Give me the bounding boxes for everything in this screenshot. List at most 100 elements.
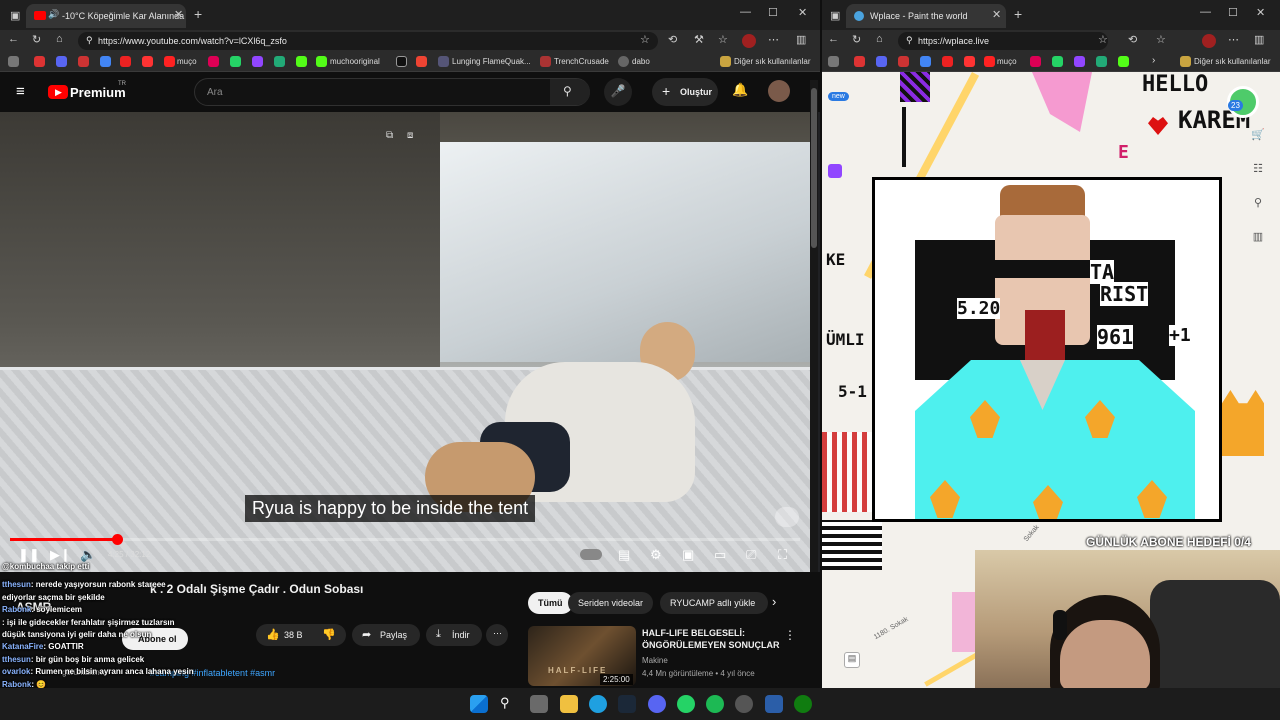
url-field[interactable]: ⚲ https://www.youtube.com/watch?v=lCXl6q… (78, 32, 658, 50)
bookmark-lunging[interactable]: Lunging FlameQuak... (452, 57, 531, 66)
back-icon[interactable]: ← (828, 33, 839, 45)
whatsapp-icon[interactable] (230, 56, 241, 67)
other-bookmarks[interactable]: Diğer sık kullanılanlar (734, 57, 810, 66)
more-actions-icon[interactable]: ⋯ (486, 624, 508, 646)
spotify-icon[interactable] (706, 695, 724, 713)
bookmark-folder-icon[interactable] (8, 56, 19, 67)
chip-all[interactable]: Tümü (528, 592, 573, 614)
youtube-bookmark-icon[interactable] (142, 56, 153, 67)
new-badge[interactable]: new (828, 92, 849, 101)
progress-bar[interactable] (10, 534, 800, 545)
favorites-icon[interactable]: ☆ (1156, 33, 1166, 46)
windows-start-icon[interactable] (470, 695, 488, 713)
avatar[interactable] (768, 80, 790, 102)
app-taskbar-icon[interactable] (765, 695, 783, 713)
site-info-icon[interactable]: ⚲ (86, 35, 93, 46)
recommended-menu-icon[interactable]: ⋮ (784, 628, 796, 642)
like-icon[interactable]: 👍 (266, 628, 280, 641)
like-count[interactable]: 38 B (284, 630, 303, 640)
back-icon[interactable]: ← (8, 33, 19, 45)
hamburger-menu-icon[interactable]: ≡ (16, 83, 25, 100)
notifications-bell-icon[interactable]: 🔔 (732, 82, 748, 98)
gmail-icon[interactable] (78, 56, 89, 67)
close-tab-icon[interactable]: ✕ (992, 8, 1001, 21)
folder-icon[interactable] (1180, 56, 1191, 67)
tab-wplace[interactable]: Wplace - Paint the world (846, 4, 1006, 28)
url-field-right[interactable]: ⚲ https://wplace.live (898, 32, 1108, 50)
favorites-icon[interactable]: ☆ (718, 33, 728, 46)
instagram-icon[interactable] (208, 56, 219, 67)
home-icon[interactable]: ⌂ (56, 33, 63, 45)
kick-icon[interactable] (274, 56, 285, 67)
recommended-title-line2[interactable]: ÖNGÖRÜLEMEYEN SONUÇLAR (642, 640, 780, 650)
pause-icon[interactable]: ❚❚ (18, 547, 40, 563)
subtitles-icon[interactable]: ▤ (618, 547, 630, 563)
extensions-icon[interactable]: ⟲ (668, 33, 677, 46)
favorite-star-icon[interactable]: ☆ (1098, 33, 1108, 46)
bookmark-dabo[interactable]: dabo (632, 57, 650, 66)
chip-series[interactable]: Seriden videolar (568, 592, 654, 614)
youtube-bookmark-icon[interactable] (942, 56, 953, 67)
discord-icon[interactable] (876, 56, 887, 67)
bookmark-muco-right[interactable]: muço (997, 57, 1017, 66)
kick-icon[interactable] (296, 56, 307, 67)
sidebar-toggle-icon[interactable]: ▥ (1254, 33, 1264, 46)
discord-taskbar-icon[interactable] (648, 695, 666, 713)
miniplayer-button-icon[interactable]: ▣ (682, 547, 694, 563)
bookmark-muco[interactable]: muço (177, 57, 197, 66)
fullscreen-icon[interactable]: ⛶ (778, 547, 787, 563)
search-input[interactable]: Ara (207, 87, 223, 98)
search-box[interactable]: Ara ⚲ (194, 78, 590, 106)
stats-icon[interactable]: ▥ (1250, 230, 1266, 246)
bookmark-icon[interactable] (854, 56, 865, 67)
steam-icon[interactable] (618, 695, 636, 713)
more-bookmarks-icon[interactable]: › (1152, 55, 1155, 66)
tab-actions-icon[interactable]: ▣ (830, 9, 840, 22)
tab-actions-icon[interactable]: ▣ (10, 9, 20, 22)
download-button[interactable]: ⤓ İndir (426, 624, 482, 646)
chips-next-icon[interactable]: › (772, 594, 776, 609)
favorite-star-icon[interactable]: ☆ (640, 33, 650, 46)
settings-taskbar-icon[interactable] (735, 695, 753, 713)
twitch-icon[interactable] (1074, 56, 1085, 67)
voice-search-icon[interactable]: 🎤 (604, 78, 632, 106)
recommended-thumbnail[interactable]: HALF-LIFE 2:25:00 (528, 626, 636, 686)
maximize-icon[interactable]: ☐ (1228, 6, 1238, 19)
muco-favicon-icon[interactable] (164, 56, 175, 67)
recommended-title-line1[interactable]: HALF-LIFE BELGESELİ: (642, 628, 745, 638)
edge-browser-icon[interactable] (589, 695, 607, 713)
split-screen-icon[interactable]: ⚒ (694, 33, 704, 46)
bookmark-folder-icon[interactable] (828, 56, 839, 67)
youtube-logo-icon[interactable]: ▶ (48, 85, 68, 99)
shop-icon[interactable]: 🛒 (1250, 128, 1266, 144)
close-window-icon[interactable]: ✕ (798, 6, 807, 19)
volume-icon[interactable]: 🔈 (80, 547, 96, 563)
premium-label[interactable]: Premium (70, 85, 126, 100)
xbox-icon[interactable] (794, 695, 812, 713)
twitch-icon[interactable] (252, 56, 263, 67)
autoplay-toggle[interactable] (580, 549, 602, 560)
create-button[interactable]: + Oluştur (652, 78, 718, 106)
extensions-icon[interactable]: ⟲ (1128, 33, 1137, 46)
leaderboard-icon[interactable]: ☷ (1250, 162, 1266, 178)
search-map-icon[interactable]: ⚲ (1250, 196, 1266, 212)
bookmark-icon[interactable] (34, 56, 45, 67)
trench-icon[interactable] (540, 56, 551, 67)
menu-dots-icon[interactable]: ⋯ (768, 33, 779, 46)
scrollbar-thumb[interactable] (811, 88, 817, 248)
new-tab-icon[interactable]: + (194, 6, 202, 22)
dislike-icon[interactable]: 👎 (322, 628, 336, 641)
miniplayer-icon[interactable]: ⧉ (386, 130, 393, 141)
gmail-icon[interactable] (898, 56, 909, 67)
minimize-icon[interactable]: — (1200, 6, 1211, 18)
speaker-icon[interactable]: 🔊 (48, 9, 59, 20)
close-tab-icon[interactable]: ✕ (174, 8, 183, 21)
subscribe-watermark-icon[interactable] (775, 507, 799, 527)
profile-icon[interactable] (742, 34, 756, 48)
muco-favicon-icon[interactable] (984, 56, 995, 67)
new-tab-icon[interactable]: + (1014, 6, 1022, 22)
reddit-icon[interactable] (416, 56, 427, 67)
cast-overlay-icon[interactable]: ⧈ (407, 130, 413, 141)
search-button[interactable]: ⚲ (550, 79, 590, 105)
whatsapp-taskbar-icon[interactable] (677, 695, 695, 713)
